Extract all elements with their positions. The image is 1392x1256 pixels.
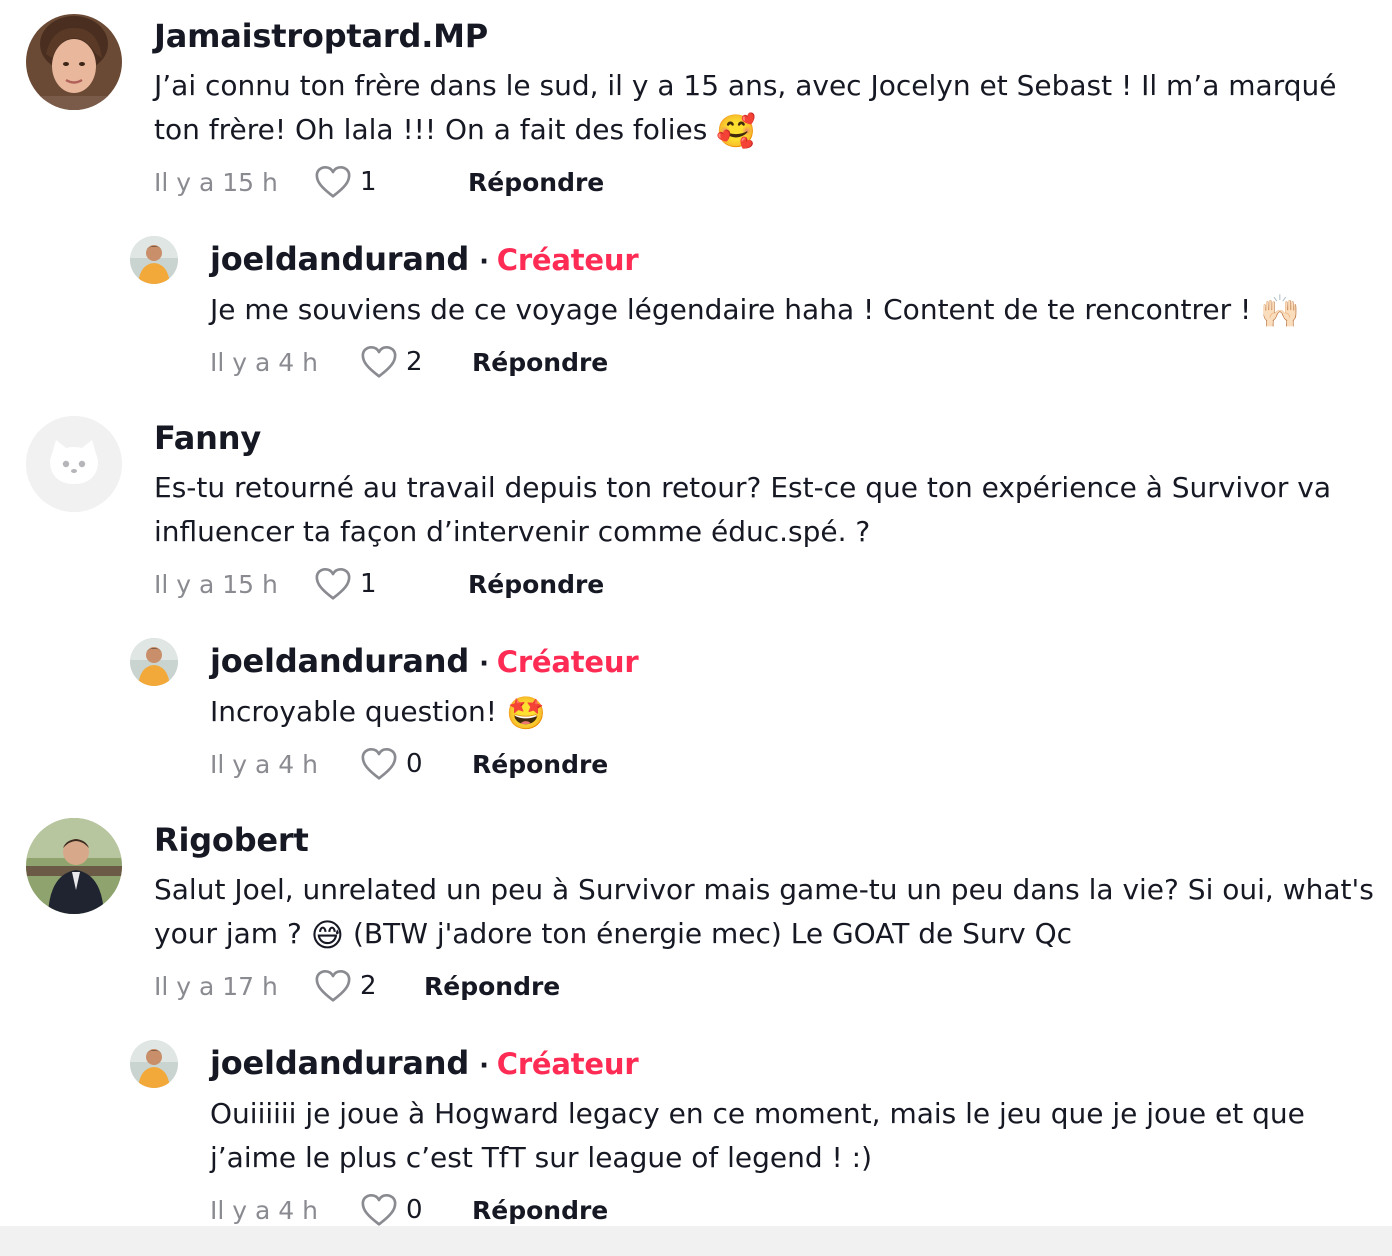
- like-count: 0: [406, 749, 423, 779]
- reply-header: joeldandurand · Créateur: [210, 642, 639, 682]
- comment-meta: Il y a 17 h 2 Répondre: [154, 968, 560, 1004]
- creator-avatar-photo: [130, 638, 178, 686]
- sweat-smile-emoji: 😅: [310, 916, 345, 954]
- reply-button[interactable]: Répondre: [472, 750, 608, 779]
- creator-avatar[interactable]: [130, 1040, 178, 1088]
- comment-time: Il y a 15 h: [154, 167, 278, 197]
- comment-meta: Il y a 15 h 1 Répondre: [154, 566, 604, 602]
- default-avatar-icon: [26, 416, 122, 512]
- heart-outline-icon: [361, 345, 397, 378]
- user-avatar[interactable]: [26, 818, 122, 914]
- comment-text-after: (BTW j'adore ton énergie mec) Le GOAT de…: [344, 917, 1073, 950]
- heart-outline-icon: [315, 567, 351, 600]
- creator-avatar-photo: [130, 1040, 178, 1088]
- heart-outline-icon: [361, 1193, 397, 1226]
- separator-dot: ·: [479, 247, 489, 277]
- reply-time: Il y a 4 h: [210, 1195, 318, 1225]
- heart-outline-icon: [361, 747, 397, 780]
- comment-time: Il y a 17 h: [154, 971, 278, 1001]
- creator-avatar-photo: [130, 236, 178, 284]
- like-count: 2: [360, 971, 377, 1001]
- comment-text: Es-tu retourné au travail depuis ton ret…: [154, 471, 1331, 548]
- reply-username[interactable]: joeldandurand: [210, 1044, 469, 1082]
- heart-outline-icon: [315, 969, 351, 1002]
- reply-time: Il y a 4 h: [210, 749, 318, 779]
- separator-dot: ·: [479, 649, 489, 679]
- reply-text: Je me souviens de ce voyage légendaire h…: [210, 288, 1360, 333]
- reply-username[interactable]: joeldandurand: [210, 642, 469, 680]
- like-button[interactable]: 1: [314, 566, 420, 602]
- photo-woman-avatar: [26, 14, 122, 110]
- user-avatar[interactable]: [26, 14, 122, 110]
- reply-header: joeldandurand · Créateur: [210, 240, 639, 280]
- creator-avatar[interactable]: [130, 236, 178, 284]
- reply-meta: Il y a 4 h 0 Répondre: [210, 746, 608, 782]
- reply-button[interactable]: Répondre: [472, 1196, 608, 1225]
- like-button[interactable]: 0: [360, 746, 466, 782]
- separator-dot: ·: [479, 1051, 489, 1081]
- comment-time: Il y a 15 h: [154, 569, 278, 599]
- like-count: 0: [406, 1195, 423, 1225]
- photo-man-avatar: [26, 818, 122, 914]
- star-struck-emoji: 🤩: [505, 694, 546, 732]
- reply-button[interactable]: Répondre: [424, 972, 560, 1001]
- reply-meta: Il y a 4 h 0 Répondre: [210, 1192, 608, 1228]
- like-button[interactable]: 2: [314, 968, 420, 1004]
- comment-username[interactable]: Rigobert: [154, 822, 309, 858]
- creator-badge: Créateur: [496, 645, 639, 679]
- reply-text: Ouiiiiii je joue à Hogward legacy en ce …: [210, 1097, 1305, 1174]
- reply-text: Incroyable question! 🤩: [210, 690, 1360, 735]
- reply-text-body: Je me souviens de ce voyage légendaire h…: [210, 293, 1261, 326]
- reply-time: Il y a 4 h: [210, 347, 318, 377]
- reply-meta: Il y a 4 h 2 Répondre: [210, 344, 608, 380]
- raising-hands-emoji: 🙌🏻: [1260, 292, 1301, 330]
- comment-text: Salut Joel, unrelated un peu à Survivor …: [154, 868, 1374, 957]
- creator-badge: Créateur: [496, 243, 639, 277]
- comments-page: Jamaistroptard.MP J’ai connu ton frère d…: [0, 0, 1392, 1256]
- smiling-hearts-emoji: 🥰: [716, 112, 757, 150]
- reply-header: joeldandurand · Créateur: [210, 1044, 639, 1084]
- like-button[interactable]: 2: [360, 344, 466, 380]
- comment-username[interactable]: Fanny: [154, 420, 261, 456]
- comment-meta: Il y a 15 h 1 Répondre: [154, 164, 604, 200]
- like-count: 1: [360, 167, 377, 197]
- reply-username[interactable]: joeldandurand: [210, 240, 469, 278]
- like-button[interactable]: 0: [360, 1192, 466, 1228]
- reply-text-body: Incroyable question!: [210, 695, 506, 728]
- reply-button[interactable]: Répondre: [472, 348, 608, 377]
- like-button[interactable]: 1: [314, 164, 420, 200]
- creator-avatar[interactable]: [130, 638, 178, 686]
- comment-username[interactable]: Jamaistroptard.MP: [154, 18, 488, 54]
- like-count: 1: [360, 569, 377, 599]
- user-avatar[interactable]: [26, 416, 122, 512]
- like-count: 2: [406, 347, 423, 377]
- reply-button[interactable]: Répondre: [468, 168, 604, 197]
- heart-outline-icon: [315, 165, 351, 198]
- creator-badge: Créateur: [496, 1047, 639, 1081]
- bottom-input-bar: [0, 1226, 1392, 1256]
- reply-button[interactable]: Répondre: [468, 570, 604, 599]
- comment-text: J’ai connu ton frère dans le sud, il y a…: [154, 64, 1344, 153]
